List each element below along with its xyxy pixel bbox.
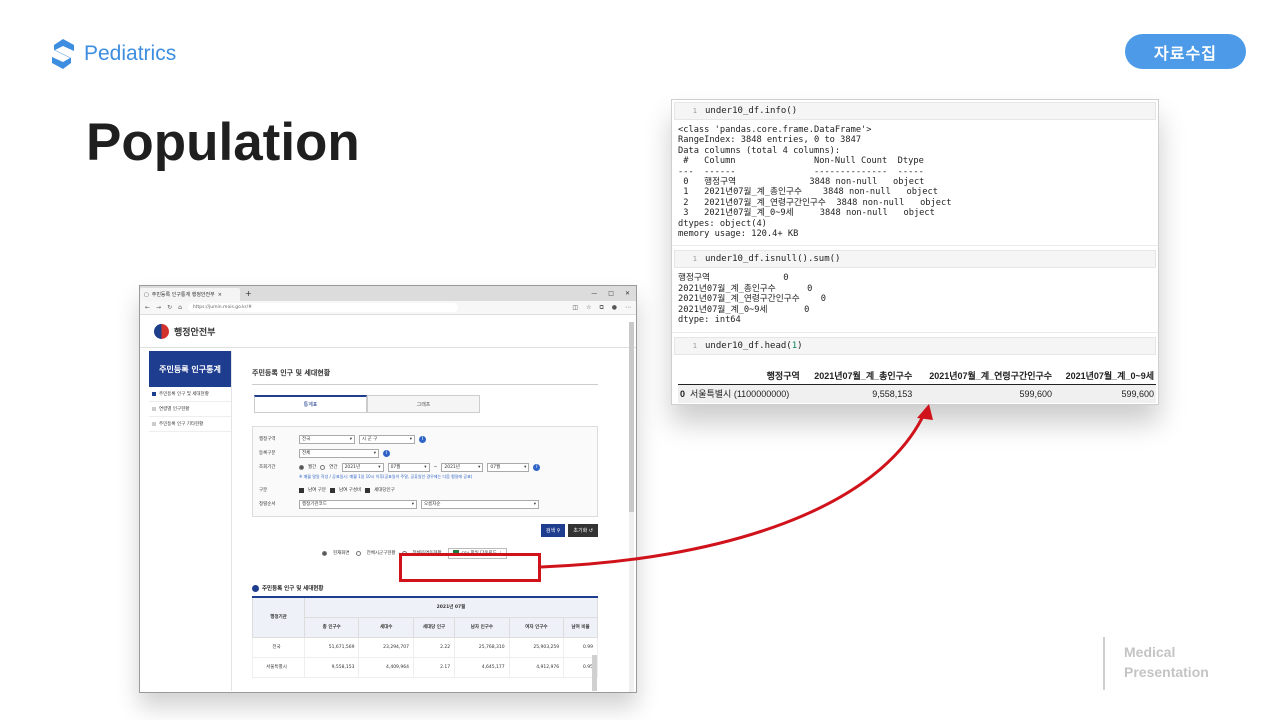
arrow-line bbox=[540, 411, 927, 569]
arrow-head-icon bbox=[917, 404, 933, 420]
connector-arrow bbox=[540, 404, 933, 569]
